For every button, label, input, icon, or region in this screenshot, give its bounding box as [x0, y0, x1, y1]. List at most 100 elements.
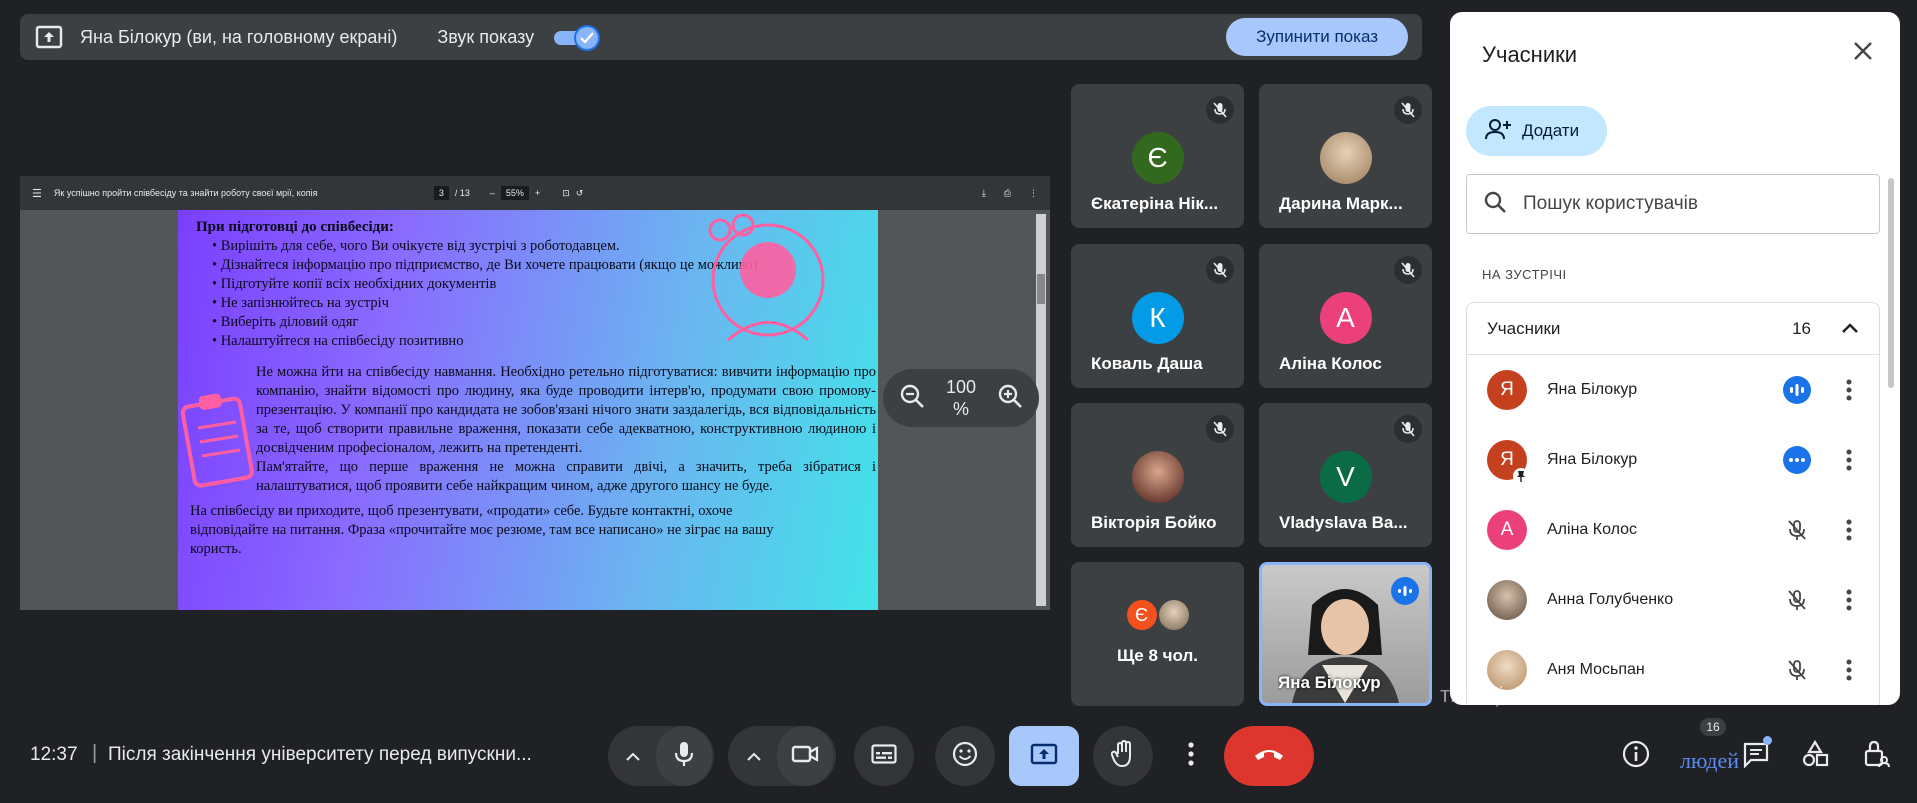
hand-icon — [1110, 739, 1135, 773]
add-people-button[interactable]: Додати — [1466, 106, 1608, 156]
more-participants-tile[interactable]: Є Ще 8 чол. — [1071, 562, 1244, 706]
avatar: Я — [1487, 440, 1529, 484]
more-vert-icon[interactable] — [1839, 449, 1859, 471]
people-label[interactable]: людей — [1680, 748, 1739, 774]
self-video-tile[interactable]: Яна Білокур — [1259, 562, 1432, 706]
info-icon — [1622, 740, 1650, 773]
section-label: НА ЗУСТРІЧІ — [1482, 267, 1567, 282]
participant-name: Аліна Колос — [1279, 354, 1382, 373]
stop-presenting-button[interactable]: Зупинити показ — [1226, 18, 1408, 56]
pdf-scrollbar[interactable] — [1036, 214, 1046, 606]
participant-tile[interactable]: Є Єкатеріна Нік... — [1071, 84, 1244, 228]
participant-row[interactable]: Я Яна Білокур — [1467, 355, 1879, 425]
speaking-icon — [1391, 577, 1419, 605]
avatar: V — [1319, 451, 1372, 503]
microphone-button[interactable] — [656, 726, 712, 786]
lock-person-icon — [1862, 740, 1890, 773]
pin-icon — [1513, 468, 1529, 484]
pdf-title: Як успішно пройти співбесіду та знайти р… — [53, 188, 318, 198]
menu-icon[interactable]: ☰ — [32, 187, 42, 200]
pdf-zoom-value[interactable]: 55% — [500, 186, 529, 200]
participant-tile[interactable]: К Коваль Даша — [1071, 244, 1244, 388]
host-controls-button[interactable] — [1858, 738, 1894, 774]
participant-row[interactable]: Анна Голубченко — [1467, 565, 1879, 635]
group-title: Учасники — [1487, 318, 1561, 338]
zoom-out-icon[interactable] — [899, 383, 925, 414]
more-vert-icon[interactable] — [1839, 519, 1859, 541]
chevron-up-icon[interactable] — [1841, 319, 1859, 339]
closed-captions-icon — [871, 743, 897, 769]
avatar: Є — [1131, 132, 1184, 184]
more-options-button[interactable] — [1170, 726, 1212, 786]
avatar: А — [1319, 292, 1372, 344]
participant-row[interactable]: А Аліна Колос — [1467, 495, 1879, 565]
people-search[interactable] — [1466, 174, 1880, 234]
participant-row[interactable]: Я Яна Білокур — [1467, 425, 1879, 495]
participant-tile[interactable]: V Vladyslava Ba... — [1259, 403, 1432, 547]
captions-button[interactable] — [854, 726, 914, 786]
meeting-time: 12:37 — [30, 744, 78, 765]
zoom-out-small-icon[interactable]: – — [490, 188, 495, 198]
avatar: К — [1131, 292, 1184, 344]
activities-button[interactable] — [1797, 738, 1833, 774]
participant-name: Аліна Колос — [1547, 521, 1638, 538]
chevron-up-icon[interactable] — [731, 726, 777, 786]
zoom-in-small-icon[interactable]: + — [535, 188, 540, 198]
more-vert-icon[interactable]: ⋮ — [1029, 188, 1038, 199]
activities-icon — [1801, 739, 1829, 773]
reactions-button[interactable] — [935, 726, 995, 786]
panel-title: Учасники — [1482, 42, 1578, 67]
panel-scrollbar[interactable] — [1888, 178, 1894, 388]
participant-name: Анна Голубченко — [1547, 591, 1674, 608]
meeting-details-button[interactable] — [1618, 738, 1654, 774]
more-vert-icon[interactable] — [1839, 589, 1859, 611]
mic-off-icon — [1206, 256, 1234, 284]
zoom-in-icon[interactable] — [997, 383, 1023, 414]
mic-off-icon — [1206, 415, 1234, 443]
avatar — [1131, 451, 1184, 503]
mic-off-icon — [1781, 654, 1813, 686]
participant-name: Vladyslava Ba... — [1279, 513, 1408, 532]
presenter-label: Яна Білокур (ви, на головному екрані) — [80, 26, 398, 47]
participant-tile[interactable]: Вікторія Бойко — [1071, 403, 1244, 547]
rotate-icon[interactable]: ↺ — [576, 188, 584, 199]
more-vert-icon — [1188, 741, 1194, 771]
participant-name: Яна Білокур — [1547, 451, 1638, 468]
present-now-button[interactable] — [1009, 726, 1079, 786]
pdf-toolbar: ☰ Як успішно пройти співбесіду та знайти… — [20, 176, 1050, 210]
share-sound-label: Звук показу — [437, 26, 535, 47]
chat-button[interactable] — [1738, 736, 1774, 774]
time-divider: | — [92, 742, 98, 764]
share-sound-toggle[interactable] — [554, 25, 601, 51]
mic-off-icon — [1781, 514, 1813, 546]
participants-group: Учасники 16 Я Яна Білокур Я Яна Білокур — [1466, 302, 1880, 705]
print-icon[interactable]: ⎙ — [1004, 188, 1011, 199]
fit-page-icon[interactable]: ⊡ — [562, 188, 570, 199]
videocam-icon — [791, 744, 819, 769]
leave-call-button[interactable] — [1224, 726, 1314, 786]
pdf-paragraph: Не можна йти на співбесіду навмання. Нео… — [256, 364, 876, 456]
clipboard-illustration — [180, 393, 254, 488]
pdf-page-controls: 3 / 13 – 55% + ⊡ ↺ — [433, 186, 584, 200]
search-input[interactable] — [1523, 193, 1863, 215]
participants-group-header[interactable]: Учасники 16 — [1467, 303, 1879, 355]
pdf-paragraph: Пам'ятайте, що перше враження не можна с… — [256, 459, 876, 494]
participant-tile[interactable]: Дарина Марк... — [1259, 84, 1432, 228]
check-icon — [574, 25, 601, 51]
participant-name: Дарина Марк... — [1279, 194, 1403, 213]
more-vert-icon[interactable] — [1839, 659, 1859, 681]
participant-name: Аня Мосьпан — [1547, 661, 1645, 678]
call-end-icon — [1253, 747, 1285, 766]
camera-button[interactable] — [777, 726, 833, 786]
chevron-up-icon[interactable] — [610, 726, 656, 786]
close-icon[interactable] — [1852, 40, 1874, 67]
participant-name: Коваль Даша — [1091, 354, 1203, 373]
more-vert-icon[interactable] — [1839, 379, 1859, 401]
raise-hand-button[interactable] — [1093, 726, 1153, 786]
page-number-input[interactable]: 3 — [433, 186, 449, 200]
participant-tile[interactable]: А Аліна Колос — [1259, 244, 1432, 388]
mic-icon — [674, 741, 694, 772]
avatar: Я — [1487, 370, 1527, 410]
download-icon[interactable]: ⤓ — [982, 188, 986, 199]
mic-off-icon — [1394, 415, 1422, 443]
